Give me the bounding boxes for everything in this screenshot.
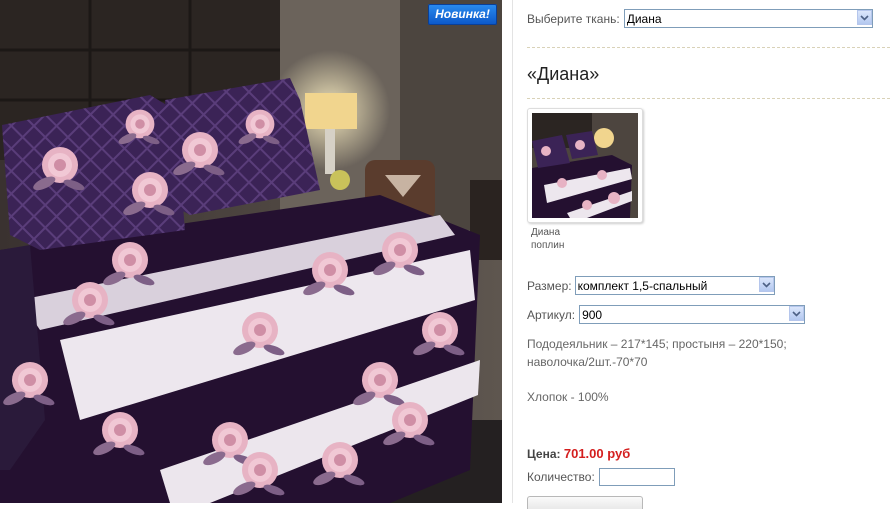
article-select-wrap[interactable]: 900	[579, 305, 806, 324]
fabric-label: Выберите ткань:	[527, 11, 620, 26]
product-title: «Диана»	[527, 64, 600, 84]
bedding-image	[0, 0, 502, 503]
thumbnail-image	[532, 113, 638, 218]
product-dimensions: Пододеяльник – 217*145; простыня – 220*1…	[527, 335, 827, 371]
new-badge: Новинка!	[428, 4, 497, 25]
article-label: Артикул:	[527, 307, 576, 322]
size-label: Размер:	[527, 278, 572, 293]
dimensions-line-2: наволочка/2шт.-70*70	[527, 355, 648, 369]
fabric-select-wrap[interactable]: Диана	[623, 9, 873, 28]
quantity-row: Количество:	[527, 468, 675, 486]
fabric-select[interactable]: Диана	[623, 9, 873, 28]
quantity-input[interactable]	[598, 468, 675, 486]
column-divider	[512, 0, 513, 503]
thumbnail-caption: Диана поплин	[531, 226, 651, 252]
thumbnail-caption-fabric: поплин	[531, 240, 565, 251]
price-value: 701.00 руб	[563, 446, 631, 461]
product-options-panel: Выберите ткань: Диана «Диана» Диана попл…	[527, 0, 890, 509]
composition-text: Хлопок - 100%	[527, 390, 609, 404]
size-select-wrap[interactable]: комплект 1,5-спальный	[574, 276, 775, 295]
product-photo[interactable]: Новинка!	[0, 0, 502, 503]
article-row: Артикул: 900	[527, 305, 806, 324]
price-block: Цена: 701.00 руб	[527, 446, 630, 461]
size-select[interactable]: комплект 1,5-спальный	[574, 276, 775, 295]
dimensions-line-1: Пододеяльник – 217*145; простыня – 220*1…	[527, 337, 787, 351]
divider-dashed-title	[527, 98, 890, 99]
quantity-label: Количество:	[527, 470, 595, 484]
size-row: Размер: комплект 1,5-спальный	[527, 276, 775, 295]
product-thumbnail[interactable]	[527, 108, 643, 223]
price-label: Цена:	[527, 447, 561, 461]
fabric-row: Выберите ткань: Диана	[527, 9, 873, 28]
article-select[interactable]: 900	[579, 305, 806, 324]
thumbnail-caption-name: Диана	[531, 227, 561, 238]
divider-dashed-top	[527, 47, 890, 48]
